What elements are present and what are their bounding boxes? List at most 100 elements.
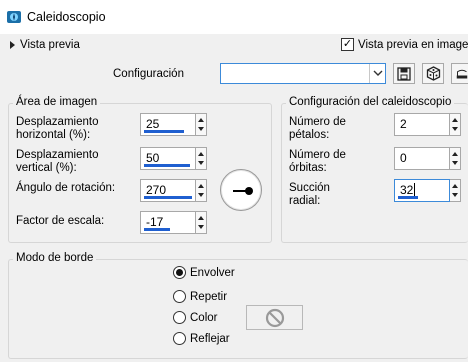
reset-icon [456, 69, 468, 78]
scale-label: Factor de escala: [16, 215, 105, 227]
preview-toggle-label: Vista previa [20, 39, 80, 51]
caret-up-icon[interactable] [198, 152, 204, 157]
window-title: Caleidoscopio [27, 10, 106, 24]
edge-option-wrap[interactable]: Envolver [173, 266, 235, 279]
h-offset-spin-buttons[interactable] [196, 113, 207, 136]
chevron-down-icon[interactable] [369, 64, 385, 83]
config-preset-dropdown[interactable] [220, 63, 386, 84]
save-preset-button[interactable] [393, 63, 415, 84]
caret-down-icon[interactable] [452, 160, 458, 165]
app-icon [6, 9, 22, 25]
preview-expand-toggle[interactable]: Vista previa [10, 39, 80, 51]
h-offset-value: 25 [146, 117, 160, 131]
v-offset-spinner[interactable]: 50 [140, 147, 208, 170]
randomize-button[interactable] [422, 63, 444, 84]
suction-input[interactable]: 32 [394, 179, 450, 202]
edge-option-color[interactable]: Color [173, 311, 217, 324]
orbits-label-line2: órbitas: [289, 162, 327, 174]
edge-option-wrap-label: Envolver [190, 266, 235, 279]
orbits-spin-buttons[interactable] [450, 147, 461, 170]
dial-knob [245, 187, 253, 195]
edge-color-swatch[interactable] [246, 305, 303, 330]
kaleidoscope-title: Configuración del caleidoscopio [286, 96, 455, 108]
scale-value: -17 [146, 215, 164, 229]
petals-label-line2: pétalos: [289, 129, 330, 141]
petals-spinner[interactable]: 2 [394, 113, 462, 136]
suction-spinner[interactable]: 32 [394, 179, 462, 202]
edge-option-repeat-label: Repetir [190, 290, 228, 303]
preview-on-image-label: Vista previa en imagen [358, 38, 468, 51]
caret-down-icon[interactable] [452, 126, 458, 131]
save-icon [397, 66, 411, 81]
edge-option-reflect[interactable]: Reflejar [173, 332, 230, 345]
petals-value: 2 [400, 117, 407, 131]
image-area-title: Área de imagen [13, 96, 101, 108]
caret-up-icon[interactable] [198, 118, 204, 123]
edge-option-repeat[interactable]: Repetir [173, 290, 227, 303]
orbits-input[interactable]: 0 [394, 147, 450, 170]
radio-selected-icon[interactable] [173, 266, 186, 279]
v-offset-label-line2: vertical (%): [16, 162, 77, 174]
h-offset-label-line1: Desplazamiento [16, 116, 99, 128]
v-offset-slider[interactable] [144, 164, 190, 167]
suction-spin-buttons[interactable] [450, 179, 461, 202]
radio-icon[interactable] [173, 332, 186, 345]
caret-up-icon[interactable] [452, 118, 458, 123]
checkmark-icon[interactable]: ✓ [341, 38, 354, 51]
suction-slider[interactable] [398, 196, 418, 199]
rotation-spinner[interactable]: 270 [140, 179, 208, 202]
caret-up-icon[interactable] [452, 184, 458, 189]
edge-mode-title: Modo de borde [13, 252, 97, 264]
radio-icon[interactable] [173, 311, 186, 324]
reset-button[interactable] [451, 63, 468, 84]
rotation-dial[interactable] [220, 169, 262, 211]
caret-down-icon[interactable] [198, 160, 204, 165]
caret-up-icon[interactable] [198, 216, 204, 221]
suction-label: Succión radial: [289, 182, 330, 208]
v-offset-spin-buttons[interactable] [196, 147, 207, 170]
rotation-value: 270 [146, 183, 167, 197]
edge-mode-group [8, 259, 468, 359]
rotation-slider[interactable] [144, 196, 192, 199]
petals-label-line1: Número de [289, 116, 346, 128]
h-offset-input[interactable]: 25 [140, 113, 196, 136]
rotation-spin-buttons[interactable] [196, 179, 207, 202]
v-offset-input[interactable]: 50 [140, 147, 196, 170]
scale-spinner[interactable]: -17 [140, 211, 208, 234]
expand-arrow-icon [10, 41, 15, 49]
h-offset-slider[interactable] [144, 130, 184, 133]
rotation-input[interactable]: 270 [140, 179, 196, 202]
scale-input[interactable]: -17 [140, 211, 196, 234]
rotation-label: Ángulo de rotación: [16, 182, 116, 194]
v-offset-label: Desplazamiento vertical (%): [16, 149, 98, 175]
v-offset-value: 50 [146, 151, 160, 165]
suction-value: 32 [400, 183, 414, 197]
caret-down-icon[interactable] [198, 126, 204, 131]
petals-label: Número de pétalos: [289, 116, 346, 142]
caret-up-icon[interactable] [198, 184, 204, 189]
petals-spin-buttons[interactable] [450, 113, 461, 136]
scale-slider[interactable] [144, 228, 170, 231]
caret-down-icon[interactable] [452, 192, 458, 197]
petals-input[interactable]: 2 [394, 113, 450, 136]
dice-icon [426, 66, 440, 81]
edge-option-reflect-label: Reflejar [190, 332, 230, 345]
caret-up-icon[interactable] [452, 152, 458, 157]
text-caret [414, 183, 416, 196]
h-offset-spinner[interactable]: 25 [140, 113, 208, 136]
orbits-spinner[interactable]: 0 [394, 147, 462, 170]
config-label: Configuración [113, 68, 184, 80]
preview-on-image-checkbox[interactable]: ✓ Vista previa en imagen [341, 38, 468, 51]
v-offset-label-line1: Desplazamiento [16, 149, 99, 161]
h-offset-label-line2: horizontal (%): [16, 129, 91, 141]
orbits-label-line1: Número de [289, 149, 346, 161]
orbits-label: Número de órbitas: [289, 149, 346, 175]
edge-option-color-label: Color [190, 311, 218, 324]
suction-label-line2: radial: [289, 195, 321, 207]
scale-spin-buttons[interactable] [196, 211, 207, 234]
h-offset-label: Desplazamiento horizontal (%): [16, 116, 98, 142]
orbits-value: 0 [400, 151, 407, 165]
radio-icon[interactable] [173, 290, 186, 303]
caret-down-icon[interactable] [198, 192, 204, 197]
caret-down-icon[interactable] [198, 224, 204, 229]
